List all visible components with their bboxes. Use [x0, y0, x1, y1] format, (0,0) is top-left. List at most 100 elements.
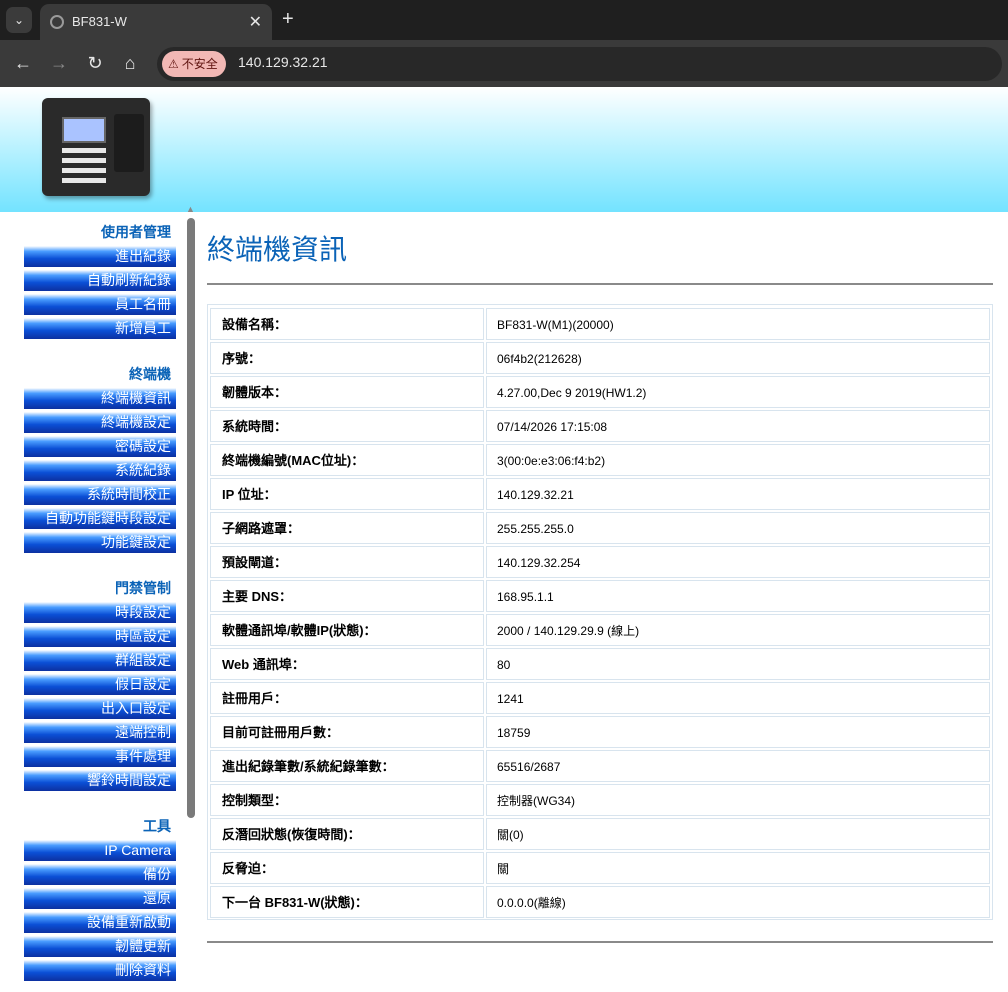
row-label: 預設閘道： [210, 546, 484, 578]
row-value: 4.27.00,Dec 9 2019(HW1.2) [486, 376, 990, 408]
table-row: 反脅迫：關 [210, 852, 990, 884]
sidebar-item[interactable]: 自動刷新紀錄 [24, 270, 176, 291]
sidebar-item[interactable]: 員工名冊 [24, 294, 176, 315]
row-label: 反脅迫： [210, 852, 484, 884]
row-value: 65516/2687 [486, 750, 990, 782]
row-label: Web 通訊埠： [210, 648, 484, 680]
row-value: BF831-W(M1)(20000) [486, 308, 990, 340]
url-text[interactable]: 140.129.32.21 [238, 54, 328, 70]
sidebar-menu: ▲ 使用者管理 進出紀錄 自動刷新紀錄 員工名冊 新增員工 終端機 終端機資訊 終端機設定 密碼… [0, 204, 200, 992]
table-row: 註冊用戶： 1241 [210, 682, 990, 714]
row-value: 80 [486, 648, 990, 680]
device-keypad [62, 148, 106, 188]
row-value: 140.129.32.254 [486, 546, 990, 578]
row-value: 06f4b2(212628) [486, 342, 990, 374]
sidebar-item[interactable]: 自動功能鍵時段設定 [24, 508, 176, 529]
row-value: 2000 / 140.129.29.9 (線上) [486, 614, 990, 646]
browser-tab[interactable]: BF831-W ✕ [40, 4, 272, 40]
row-value: 18759 [486, 716, 990, 748]
row-label: 系統時間： [210, 410, 484, 442]
sidebar-item[interactable]: 響鈴時間設定 [24, 770, 176, 791]
row-value: 168.95.1.1 [486, 580, 990, 612]
table-row: IP 位址： 140.129.32.21 [210, 478, 990, 510]
table-row: 目前可註冊用戶數： 18759 [210, 716, 990, 748]
table-row: 設備名稱： BF831-W(M1)(20000) [210, 308, 990, 340]
forward-arrow-icon[interactable]: → [46, 50, 72, 76]
row-value: 0.0.0.0(離線) [486, 886, 990, 918]
globe-icon [50, 15, 64, 29]
row-label: 下一台 BF831-W(狀態)： [210, 886, 484, 918]
row-value: 140.129.32.21 [486, 478, 990, 510]
sidebar-item[interactable]: IP Camera [24, 840, 176, 861]
sidebar-item[interactable]: 設備重新啟動 [24, 912, 176, 933]
sidebar-item[interactable]: 韌體更新 [24, 936, 176, 957]
sidebar-item[interactable]: 終端機設定 [24, 412, 176, 433]
row-value: 1241 [486, 682, 990, 714]
row-label: 進出紀錄筆數/系統紀錄筆數： [210, 750, 484, 782]
page-title: 終端機資訊 [207, 234, 348, 265]
sidebar-item[interactable]: 終端機資訊 [24, 388, 176, 409]
browser-tab-bar: ⌄ BF831-W ✕ + [0, 0, 1008, 40]
table-row: 控制類型： 控制器(WG34) [210, 784, 990, 816]
table-row: 子網路遮罩： 255.255.255.0 [210, 512, 990, 544]
row-label: 設備名稱： [210, 308, 484, 340]
terminal-info-table: 設備名稱： BF831-W(M1)(20000) 序號： 06f4b2(212628)… [207, 304, 993, 920]
address-bar[interactable]: ⚠ 不安全 140.129.32.21 [157, 47, 1002, 81]
sidebar-item[interactable]: 時區設定 [24, 626, 176, 647]
back-arrow-icon[interactable]: ← [10, 50, 36, 76]
title-divider [207, 283, 993, 285]
security-badge[interactable]: ⚠ 不安全 [162, 51, 226, 77]
sidebar-item[interactable]: 備份 [24, 864, 176, 885]
row-value: 07/14/2026 17:15:08 [486, 410, 990, 442]
table-row: 終端機編號(MAC位址)： 3(00:0e:e3:06:f4:b2) [210, 444, 990, 476]
row-label: 主要 DNS： [210, 580, 484, 612]
row-label: 控制類型： [210, 784, 484, 816]
scroll-up-arrow-icon[interactable]: ▲ [186, 204, 195, 214]
browser-toolbar: ← → ↻ ⌂ ⚠ 不安全 140.129.32.21 [0, 40, 1008, 87]
table-row: 軟體通訊埠/軟體IP(狀態)： 2000 / 140.129.29.9 (線上) [210, 614, 990, 646]
sidebar-item[interactable]: 遠端控制 [24, 722, 176, 743]
row-value: 255.255.255.0 [486, 512, 990, 544]
row-label: 目前可註冊用戶數： [210, 716, 484, 748]
reload-icon[interactable]: ↻ [82, 50, 108, 76]
page-header-banner [0, 87, 1008, 212]
device-image [42, 98, 150, 196]
sidebar-item[interactable]: 密碼設定 [24, 436, 176, 457]
sidebar-group-title: 工具 [143, 818, 171, 834]
warning-icon: ⚠ [168, 57, 179, 71]
row-label: 反潛回狀態(恢復時間)： [210, 818, 484, 850]
row-label: IP 位址： [210, 478, 484, 510]
device-screen [62, 117, 106, 143]
sidebar-item[interactable]: 功能鍵設定 [24, 532, 176, 553]
table-row: 預設閘道： 140.129.32.254 [210, 546, 990, 578]
table-row: 下一台 BF831-W(狀態)： 0.0.0.0(離線) [210, 886, 990, 918]
sidebar-item[interactable]: 系統時間校正 [24, 484, 176, 505]
sidebar-item[interactable]: 進出紀錄 [24, 246, 176, 267]
sidebar-group-title: 門禁管制 [115, 580, 171, 596]
close-icon[interactable]: ✕ [249, 12, 262, 32]
table-row: 系統時間： 07/14/2026 17:15:08 [210, 410, 990, 442]
table-row: Web 通訊埠： 80 [210, 648, 990, 680]
sidebar-item[interactable]: 假日設定 [24, 674, 176, 695]
sidebar-item[interactable]: 系統紀錄 [24, 460, 176, 481]
sidebar-item[interactable]: 刪除資料 [24, 960, 176, 981]
sidebar-item[interactable]: 新增員工 [24, 318, 176, 339]
home-icon[interactable]: ⌂ [117, 50, 143, 76]
sidebar-item[interactable]: 群組設定 [24, 650, 176, 671]
sidebar-item[interactable]: 還原 [24, 888, 176, 909]
sidebar-scrollbar[interactable] [187, 218, 195, 818]
row-label: 註冊用戶： [210, 682, 484, 714]
row-label: 序號： [210, 342, 484, 374]
new-tab-plus-icon[interactable]: + [282, 8, 294, 31]
row-label: 軟體通訊埠/軟體IP(狀態)： [210, 614, 484, 646]
table-row: 反潛回狀態(恢復時間)： 關(0) [210, 818, 990, 850]
table-row: 韌體版本： 4.27.00,Dec 9 2019(HW1.2) [210, 376, 990, 408]
sidebar-item[interactable]: 時段設定 [24, 602, 176, 623]
row-label: 韌體版本： [210, 376, 484, 408]
sidebar-group-title: 使用者管理 [101, 224, 171, 240]
tab-search-chevron-icon[interactable]: ⌄ [6, 7, 32, 33]
sidebar-item[interactable]: 出入口設定 [24, 698, 176, 719]
bottom-divider [207, 941, 993, 943]
sidebar-item[interactable]: 事件處理 [24, 746, 176, 767]
table-row: 進出紀錄筆數/系統紀錄筆數： 65516/2687 [210, 750, 990, 782]
